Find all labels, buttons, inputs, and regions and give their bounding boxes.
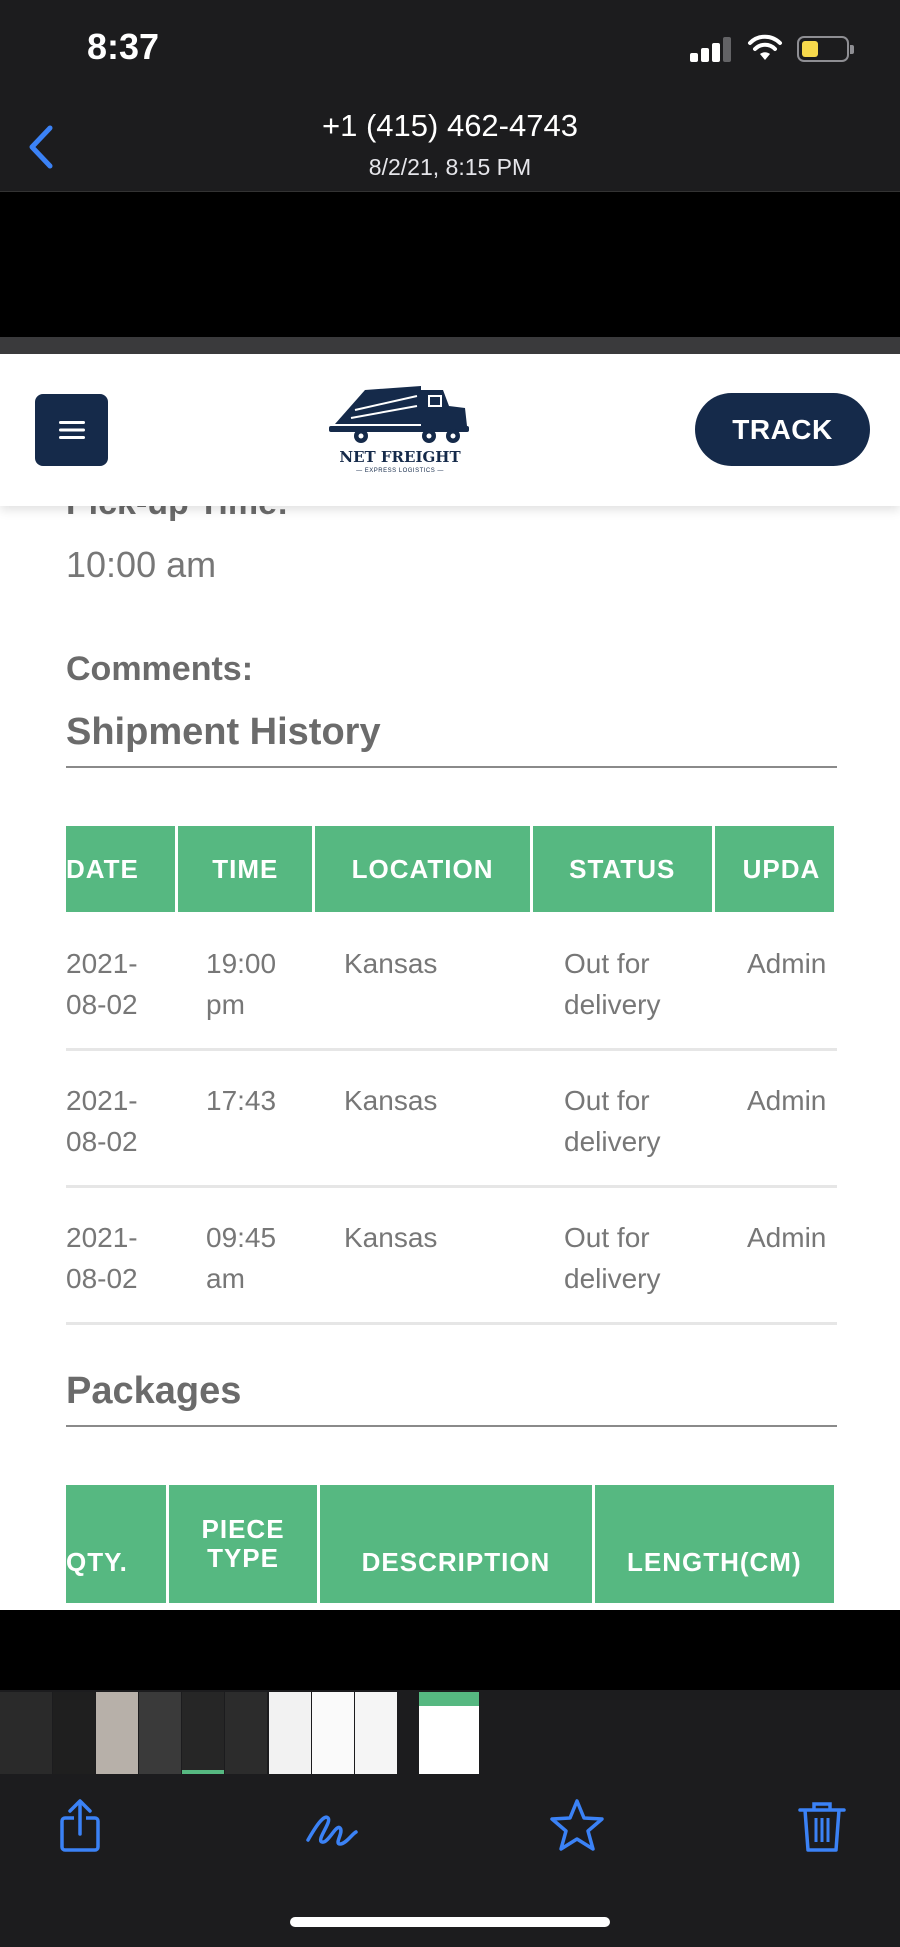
net-freight-logo[interactable]: NET FREIGHT — EXPRESS LOGISTICS — — [325, 376, 475, 488]
history-row: 2021- 08-02 09:45 am Kansas Out for deli… — [66, 1188, 837, 1325]
wifi-icon — [748, 34, 782, 60]
cellular-signal-icon — [690, 36, 732, 62]
row-date: 2021- 08-02 — [66, 1222, 138, 1294]
row-location: Kansas — [344, 1085, 438, 1116]
packages-table-header: QTY. PIECE TYPE DESCRIPTION LENGTH(CM) — [66, 1485, 837, 1603]
history-table-header: DATE TIME LOCATION STATUS UPDA — [66, 826, 837, 912]
row-updated-by: Admin — [747, 1085, 827, 1116]
row-status: Out for delivery — [564, 1085, 661, 1157]
logo-text: NET FREIGHT — [339, 448, 461, 466]
hamburger-menu-button[interactable] — [35, 394, 108, 466]
packages-title: Packages — [66, 1370, 837, 1427]
thumbnail[interactable] — [182, 1692, 224, 1774]
track-button[interactable]: TRACK — [695, 393, 870, 466]
home-indicator[interactable] — [290, 1917, 610, 1927]
row-time: 17:43 — [206, 1085, 277, 1116]
truck-logo-icon — [329, 386, 469, 443]
col-length: LENGTH(CM) — [594, 1485, 834, 1603]
row-updated-by: Admin — [747, 1222, 827, 1253]
row-status: Out for delivery — [564, 948, 661, 1020]
thumbnail[interactable] — [312, 1692, 354, 1774]
thumbnail[interactable] — [53, 1692, 95, 1774]
battery-icon — [797, 36, 854, 62]
thumbnail[interactable] — [269, 1692, 311, 1774]
row-status: Out for delivery — [564, 1222, 661, 1294]
col-qty: QTY. — [66, 1485, 166, 1603]
col-updated-by: UPDA — [714, 826, 834, 912]
thumbnail[interactable] — [0, 1692, 52, 1774]
thumbnail[interactable] — [225, 1692, 267, 1774]
shipment-history-title: Shipment History — [66, 711, 837, 768]
row-time: 19:00 pm — [206, 948, 277, 1020]
favorite-icon[interactable] — [547, 1796, 607, 1856]
thumbnail[interactable] — [355, 1692, 397, 1774]
col-piece-type: PIECE TYPE — [168, 1485, 318, 1603]
nav-title: +1 (415) 462-4743 — [322, 108, 578, 143]
logo-subtext: — EXPRESS LOGISTICS — — [356, 468, 444, 474]
pickup-time-value: 10:00 am — [66, 544, 217, 585]
status-time: 8:37 — [87, 26, 160, 67]
row-updated-by: Admin — [747, 948, 827, 979]
markup-icon[interactable] — [302, 1796, 362, 1856]
row-time: 09:45 am — [206, 1222, 277, 1294]
web-page: NET FREIGHT — EXPRESS LOGISTICS — TRACK … — [0, 354, 900, 1610]
row-location: Kansas — [344, 948, 438, 979]
thumbnail[interactable] — [139, 1692, 181, 1774]
nav-subtitle: 8/2/21, 8:15 PM — [368, 154, 532, 180]
col-time: TIME — [178, 826, 313, 912]
site-header: NET FREIGHT — EXPRESS LOGISTICS — TRACK — [0, 354, 900, 506]
thumbnail-selected[interactable] — [419, 1692, 479, 1774]
status-bar: 8:37 — [0, 0, 900, 100]
share-icon[interactable] — [50, 1796, 110, 1856]
history-row: 2021- 08-02 19:00 pm Kansas Out for deli… — [66, 914, 837, 1051]
history-row: 2021- 08-02 17:43 Kansas Out for deliver… — [66, 1051, 837, 1188]
col-date: DATE — [66, 826, 176, 912]
row-location: Kansas — [344, 1222, 438, 1253]
col-status: STATUS — [532, 826, 712, 912]
col-location: LOCATION — [315, 826, 530, 912]
trash-icon[interactable] — [792, 1796, 852, 1856]
thumbnail-strip[interactable] — [0, 1690, 900, 1776]
browser-chrome-strip — [0, 337, 900, 354]
row-date: 2021- 08-02 — [66, 948, 138, 1020]
thumbnail[interactable] — [96, 1692, 138, 1774]
letterbox-top — [0, 192, 900, 337]
letterbox-bottom — [0, 1610, 900, 1690]
hamburger-icon — [58, 421, 85, 439]
row-date: 2021- 08-02 — [66, 1085, 138, 1157]
photo-nav-bar: +1 (415) 462-4743 8/2/21, 8:15 PM — [0, 100, 900, 192]
comments-label: Comments: — [66, 650, 254, 688]
col-description: DESCRIPTION — [320, 1485, 592, 1603]
